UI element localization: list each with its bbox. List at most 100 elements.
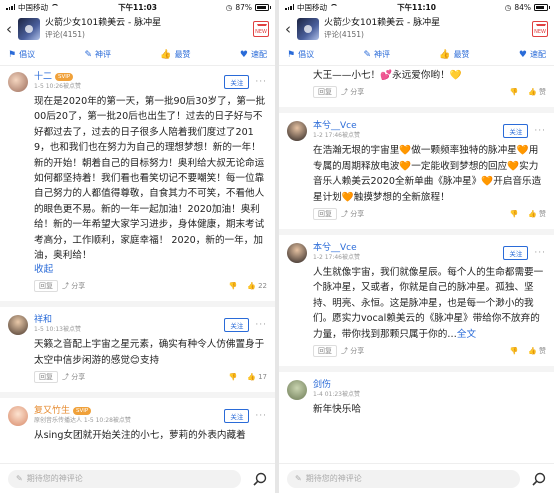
dislike-icon[interactable]: 👎 <box>510 347 519 355</box>
avatar[interactable] <box>8 72 28 92</box>
battery-percent: 87% <box>235 2 252 12</box>
comment-item: 本兮__Vce 1-2 17:46被点赞 关注 ··· 在浩瀚无垠的宇宙里🧡做一… <box>279 115 554 227</box>
flag-icon: ⚑ <box>287 49 296 60</box>
share-label[interactable]: 分享 <box>71 281 85 291</box>
tab-label: 神评 <box>373 50 390 59</box>
like-button[interactable]: 👍 22 <box>247 282 267 290</box>
flag-icon: ⚑ <box>8 49 17 60</box>
phone-right: 中国移动 下午11:10 ◷ 84% ‹ 火箭少女101赖美云 - 脉冲星 评论… <box>279 0 554 493</box>
comment-item: 大王——小七！💕永远爱你哟！💛 回复 ⤴ 分享 👎 👍 赞 <box>279 66 554 105</box>
share-icon[interactable]: ⤴ <box>341 209 348 219</box>
vip-badge: SVIP <box>73 407 92 416</box>
avatar[interactable] <box>287 121 307 142</box>
tab-most-liked[interactable]: 👍 最赞 <box>439 49 469 60</box>
username[interactable]: 祥和 <box>34 315 52 325</box>
battery-icon <box>255 3 271 11</box>
status-bar: 中国移动 下午11:10 ◷ 84% <box>279 0 554 14</box>
album-cover[interactable] <box>18 18 40 40</box>
new-badge-icon[interactable]: NEW <box>532 21 548 37</box>
avatar[interactable] <box>8 406 28 427</box>
divider <box>0 392 275 399</box>
tab-initiative[interactable]: ⚑ 倡议 <box>287 49 314 60</box>
tab-most-liked[interactable]: 👍 最赞 <box>160 49 190 60</box>
tab-initiative[interactable]: ⚑ 倡议 <box>8 49 35 60</box>
tab-match[interactable]: ♥ 速配 <box>519 49 546 60</box>
comment-item: 祥和 1-5 10:13被点赞 关注 ··· 天籁之音配上宇宙之星元素，确实有种… <box>0 309 275 390</box>
tab-label: 神评 <box>94 50 111 59</box>
tab-god-comments[interactable]: ✎ 神评 <box>363 49 390 60</box>
follow-button[interactable]: 关注 <box>224 409 250 424</box>
reply-button[interactable]: 回复 <box>34 371 58 384</box>
follow-button[interactable]: 关注 <box>224 318 250 333</box>
dislike-icon[interactable]: 👎 <box>510 88 519 96</box>
dislike-icon[interactable]: 👎 <box>229 373 238 381</box>
reply-button[interactable]: 回复 <box>313 208 337 221</box>
more-icon[interactable]: ··· <box>255 77 267 87</box>
comment-text: 新年快乐哈 <box>313 404 361 416</box>
comment-count: 评论(4151) <box>324 30 364 39</box>
wifi-icon <box>330 4 338 10</box>
avatar[interactable] <box>8 315 28 336</box>
follow-button[interactable]: 关注 <box>503 246 529 261</box>
share-label[interactable]: 分享 <box>350 209 364 219</box>
comment-meta: 1-4 01:23被点赞 <box>313 391 360 399</box>
back-arrow-icon[interactable]: ‹ <box>285 20 297 38</box>
dislike-icon[interactable]: 👎 <box>229 282 238 290</box>
comment-item: 本兮__Vce 1-2 17:46被点赞 关注 ··· 人生就像宇宙，我们就像星… <box>279 237 554 364</box>
search-icon[interactable] <box>528 472 546 486</box>
share-icon[interactable]: ⤴ <box>62 372 69 382</box>
album-cover[interactable] <box>297 18 319 40</box>
like-button[interactable]: 👍 赞 <box>528 346 546 356</box>
tab-god-comments[interactable]: ✎ 神评 <box>84 49 111 60</box>
dislike-icon[interactable]: 👎 <box>510 210 519 218</box>
more-icon[interactable]: ··· <box>255 320 267 330</box>
comment-input[interactable]: ✎ 期待您的神评论 <box>287 469 520 488</box>
avatar[interactable] <box>287 380 307 401</box>
username[interactable]: 剑伤 <box>313 380 331 390</box>
share-label[interactable]: 分享 <box>71 372 85 382</box>
share-label[interactable]: 分享 <box>350 87 364 97</box>
comment-composer: ✎ 期待您的神评论 <box>279 463 554 493</box>
share-icon[interactable]: ⤴ <box>341 346 348 356</box>
edit-icon: ✎ <box>295 474 302 483</box>
more-icon[interactable]: ··· <box>534 248 546 258</box>
comment-input[interactable]: ✎ 期待您的神评论 <box>8 469 241 488</box>
search-icon[interactable] <box>249 472 267 486</box>
comment-feed[interactable]: 大王——小七！💕永远爱你哟！💛 回复 ⤴ 分享 👎 👍 赞 本兮__Vce 1-2… <box>279 66 554 463</box>
reply-button[interactable]: 回复 <box>313 345 337 358</box>
tab-label: 速配 <box>530 50 546 59</box>
pen-icon: ✎ <box>84 49 92 60</box>
more-icon[interactable]: ··· <box>255 411 267 421</box>
carrier-label: 中国移动 <box>18 2 48 12</box>
like-button[interactable]: 👍 赞 <box>528 209 546 219</box>
follow-button[interactable]: 关注 <box>503 124 529 139</box>
heart-icon: ♥ <box>518 49 527 60</box>
username[interactable]: 本兮__Vce <box>313 121 357 131</box>
username[interactable]: 复又竹生 <box>34 406 70 416</box>
comment-text: 从sing女团就开始关注的小七，萝莉的外表内藏着 <box>34 430 246 442</box>
composer-placeholder: 期待您的神评论 <box>26 474 83 483</box>
share-icon[interactable]: ⤴ <box>341 87 348 97</box>
full-text-link[interactable]: 全文 <box>457 329 476 340</box>
follow-button[interactable]: 关注 <box>224 75 250 89</box>
share-label[interactable]: 分享 <box>350 346 364 356</box>
new-badge-icon[interactable]: NEW <box>253 21 269 37</box>
back-arrow-icon[interactable]: ‹ <box>6 20 18 38</box>
tab-match[interactable]: ♥ 速配 <box>240 49 267 60</box>
avatar[interactable] <box>287 243 307 264</box>
pen-icon: ✎ <box>363 49 371 60</box>
clock: 下午11:03 <box>118 2 157 12</box>
reply-button[interactable]: 回复 <box>34 280 58 293</box>
comment-composer: ✎ 期待您的神评论 <box>0 463 275 493</box>
comment-feed[interactable]: 十二 SVIP 1-5 10:26被点赞 关注 ··· 现在是2020年的第一天，… <box>0 66 275 463</box>
like-button[interactable]: 👍 17 <box>247 373 267 381</box>
username[interactable]: 本兮__Vce <box>313 243 357 253</box>
song-title: 火箭少女101赖美云 - 脉冲星 <box>324 18 441 28</box>
collapse-link[interactable]: 收起 <box>8 263 267 277</box>
share-icon[interactable]: ⤴ <box>62 281 69 291</box>
more-icon[interactable]: ··· <box>534 126 546 136</box>
username[interactable]: 十二 <box>34 72 52 82</box>
reply-button[interactable]: 回复 <box>313 86 337 99</box>
like-button[interactable]: 👍 赞 <box>528 87 546 97</box>
divider <box>0 301 275 308</box>
